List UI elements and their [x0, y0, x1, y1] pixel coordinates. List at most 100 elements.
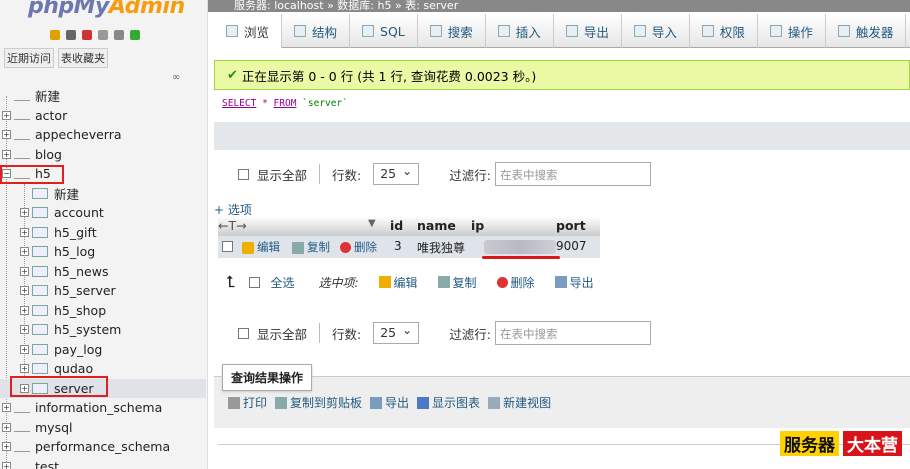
- expand-icon[interactable]: +: [2, 461, 11, 469]
- tree-item-mysql[interactable]: + mysql: [0, 418, 206, 438]
- wrench-icon: [769, 25, 782, 37]
- favorites-tab[interactable]: 表收藏夹: [58, 48, 108, 68]
- expand-icon[interactable]: +: [20, 266, 29, 276]
- rows-per-page-select[interactable]: 25: [373, 163, 420, 185]
- tree-item-test[interactable]: + test: [0, 457, 206, 469]
- expand-icon[interactable]: +: [20, 364, 29, 374]
- tab-sql[interactable]: SQL: [350, 14, 418, 48]
- tab-label: 导入: [651, 24, 677, 40]
- tab-operations[interactable]: 操作: [758, 14, 826, 48]
- show-chart-link[interactable]: 显示图表: [417, 394, 480, 411]
- table-icon: [32, 207, 48, 219]
- settings-icon[interactable]: [114, 30, 124, 40]
- tree-item-h5-server[interactable]: + h5_server: [0, 281, 206, 301]
- row-checkbox[interactable]: [222, 241, 233, 252]
- bulk-delete-button[interactable]: 删除: [496, 274, 535, 291]
- triggers-icon: [837, 25, 850, 37]
- column-header-ip[interactable]: ip: [471, 218, 484, 233]
- bulk-export-button[interactable]: 导出: [554, 274, 594, 291]
- tree-item-actor[interactable]: + actor: [0, 106, 206, 126]
- tab-privileges[interactable]: 权限: [690, 14, 758, 48]
- filter-label: 过滤行:: [449, 167, 491, 183]
- show-all-checkbox[interactable]: [238, 168, 249, 180]
- tree-item-label: 新建: [54, 186, 80, 202]
- print-link[interactable]: 打印: [228, 394, 267, 411]
- tab-browse[interactable]: 浏览: [214, 14, 283, 48]
- sql-keyword-select[interactable]: SELECT: [222, 98, 256, 109]
- tree-item-h5-shop[interactable]: + h5_shop: [0, 301, 206, 321]
- docs-icon[interactable]: [82, 30, 92, 40]
- breadcrumb[interactable]: 服务器: localhost » 数据库: h5 » 表: server: [208, 0, 910, 12]
- reload-icon[interactable]: [130, 30, 140, 40]
- tab-import[interactable]: 导入: [622, 14, 690, 48]
- tab-search[interactable]: 搜索: [418, 14, 486, 48]
- expand-icon[interactable]: +: [20, 344, 29, 354]
- expand-icon[interactable]: +: [2, 149, 11, 159]
- copy-to-clipboard-link[interactable]: 复制到剪贴板: [275, 394, 362, 411]
- tree-item-performance-schema[interactable]: + performance_schema: [0, 437, 206, 457]
- sort-arrow-icon[interactable]: ▼: [368, 218, 376, 229]
- expand-icon[interactable]: +: [20, 325, 29, 335]
- navigation-sidebar: phpMyAdmin 近期访问 表收藏夹 ∞ 新建 + actor + appe…: [0, 0, 208, 469]
- tab-label: 搜索: [447, 24, 473, 40]
- expand-icon[interactable]: +: [20, 286, 29, 296]
- expand-icon[interactable]: +: [2, 442, 11, 452]
- expand-icon[interactable]: +: [2, 110, 11, 120]
- row-edit-link[interactable]: 编辑: [242, 239, 280, 255]
- expand-icon[interactable]: +: [2, 422, 11, 432]
- bulk-edit-button[interactable]: 编辑: [378, 274, 418, 291]
- row-delete-link[interactable]: 删除: [340, 239, 377, 255]
- tree-item-information-schema[interactable]: + information_schema: [0, 398, 206, 418]
- tab-triggers[interactable]: 触发器: [826, 14, 907, 48]
- tree-item-h5-gift[interactable]: + h5_gift: [0, 223, 206, 243]
- link-unlink-icon[interactable]: ∞: [172, 72, 180, 83]
- expand-icon[interactable]: +: [20, 208, 29, 218]
- copy-icon: [437, 276, 450, 288]
- export-link[interactable]: 导出: [370, 394, 409, 411]
- bulk-copy-button[interactable]: 复制: [437, 274, 477, 291]
- filter-rows-input[interactable]: 在表中搜索: [494, 162, 651, 186]
- tree-item-new[interactable]: 新建: [0, 86, 206, 106]
- tree-item-h5-log[interactable]: + h5_log: [0, 242, 206, 262]
- table-icon: [32, 343, 48, 355]
- tab-bar: 浏览 结构 SQL 搜索 插入 导出 导入 权限 操作 触发器: [214, 14, 910, 48]
- column-header-id[interactable]: id: [390, 218, 403, 233]
- select-all-checkbox[interactable]: [249, 276, 261, 288]
- tree-item-pay-log[interactable]: + pay_log: [0, 340, 206, 360]
- tab-structure[interactable]: 结构: [282, 14, 351, 48]
- home-icon[interactable]: [50, 30, 60, 40]
- tree-item-h5-system[interactable]: + h5_system: [0, 320, 206, 340]
- table-icon: [32, 246, 48, 258]
- logout-icon[interactable]: [66, 30, 76, 40]
- tab-label: 导出: [583, 24, 609, 40]
- expand-icon[interactable]: +: [20, 227, 29, 237]
- select-all-label[interactable]: 全选: [270, 274, 294, 291]
- recent-tab[interactable]: 近期访问: [4, 48, 54, 68]
- expand-icon[interactable]: +: [2, 403, 11, 413]
- rows-per-page-select[interactable]: 25: [373, 322, 420, 344]
- sql-docs-icon[interactable]: [98, 30, 108, 40]
- tab-insert[interactable]: 插入: [486, 14, 554, 48]
- tree-item-label: h5_log: [54, 244, 96, 260]
- column-resize-arrows[interactable]: ←T→: [218, 218, 247, 233]
- filter-rows-input[interactable]: 在表中搜索: [494, 321, 651, 345]
- tab-export[interactable]: 导出: [554, 14, 622, 48]
- tree-item-new-table[interactable]: 新建: [0, 184, 206, 204]
- tree-item-blog[interactable]: + blog: [0, 145, 206, 165]
- sql-keyword-from[interactable]: FROM: [274, 98, 297, 109]
- tree-item-label: qudao: [54, 361, 94, 377]
- column-header-port[interactable]: port: [556, 218, 586, 233]
- phpmyadmin-logo[interactable]: phpMyAdmin: [28, 0, 185, 19]
- create-view-link[interactable]: 新建视图: [488, 394, 551, 411]
- expand-icon[interactable]: +: [2, 130, 11, 140]
- row-copy-link[interactable]: 复制: [292, 239, 330, 255]
- sql-query-box: SELECT * FROM `server`: [214, 92, 910, 122]
- show-all-checkbox[interactable]: [238, 327, 249, 339]
- tree-item-h5-news[interactable]: + h5_news: [0, 262, 206, 282]
- column-header-name[interactable]: name: [417, 218, 456, 233]
- expand-icon[interactable]: +: [20, 247, 29, 257]
- expand-icon[interactable]: +: [20, 305, 29, 315]
- tree-item-account[interactable]: + account: [0, 203, 206, 223]
- tree-item-appecheverra[interactable]: + appecheverra: [0, 125, 206, 145]
- divider: [319, 164, 321, 184]
